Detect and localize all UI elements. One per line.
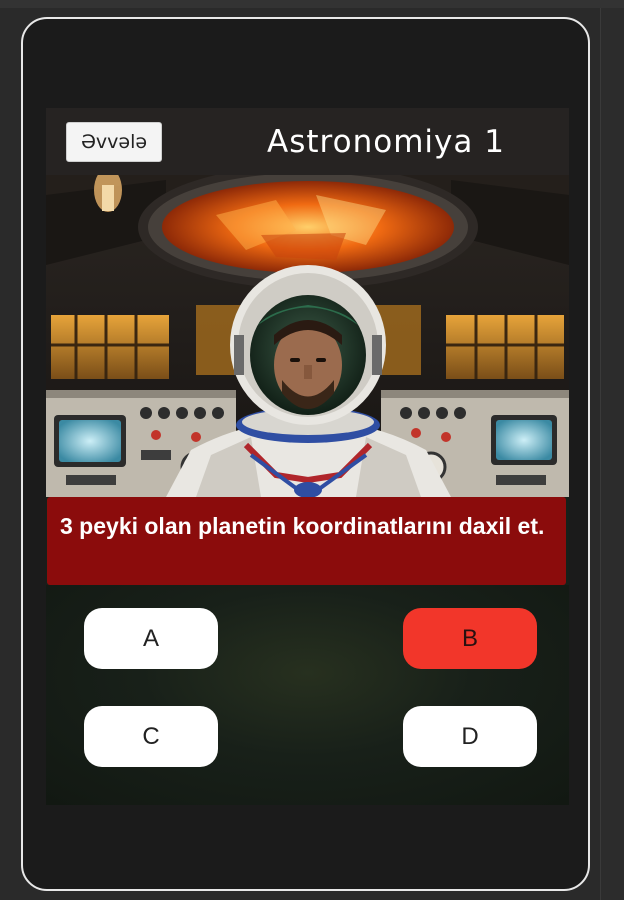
scrollbar-track[interactable] bbox=[600, 8, 624, 900]
cockpit-illustration bbox=[46, 175, 569, 497]
astronaut-cockpit-image bbox=[46, 175, 569, 497]
page-title: Astronomiya 1 bbox=[267, 124, 505, 160]
browser-top-strip bbox=[0, 0, 624, 8]
app-screen: Əvvələ Astronomiya 1 3 peyki olan planet… bbox=[46, 108, 569, 805]
question-text: 3 peyki olan planetin koordinatlarını da… bbox=[47, 497, 566, 585]
answers-panel: A B C D bbox=[46, 585, 569, 805]
back-button[interactable]: Əvvələ bbox=[66, 122, 162, 162]
answer-button-c[interactable]: C bbox=[84, 706, 218, 767]
app-header: Əvvələ Astronomiya 1 bbox=[46, 108, 569, 175]
answer-button-b[interactable]: B bbox=[403, 608, 537, 669]
answer-button-a[interactable]: A bbox=[84, 608, 218, 669]
answer-button-d[interactable]: D bbox=[403, 706, 537, 767]
